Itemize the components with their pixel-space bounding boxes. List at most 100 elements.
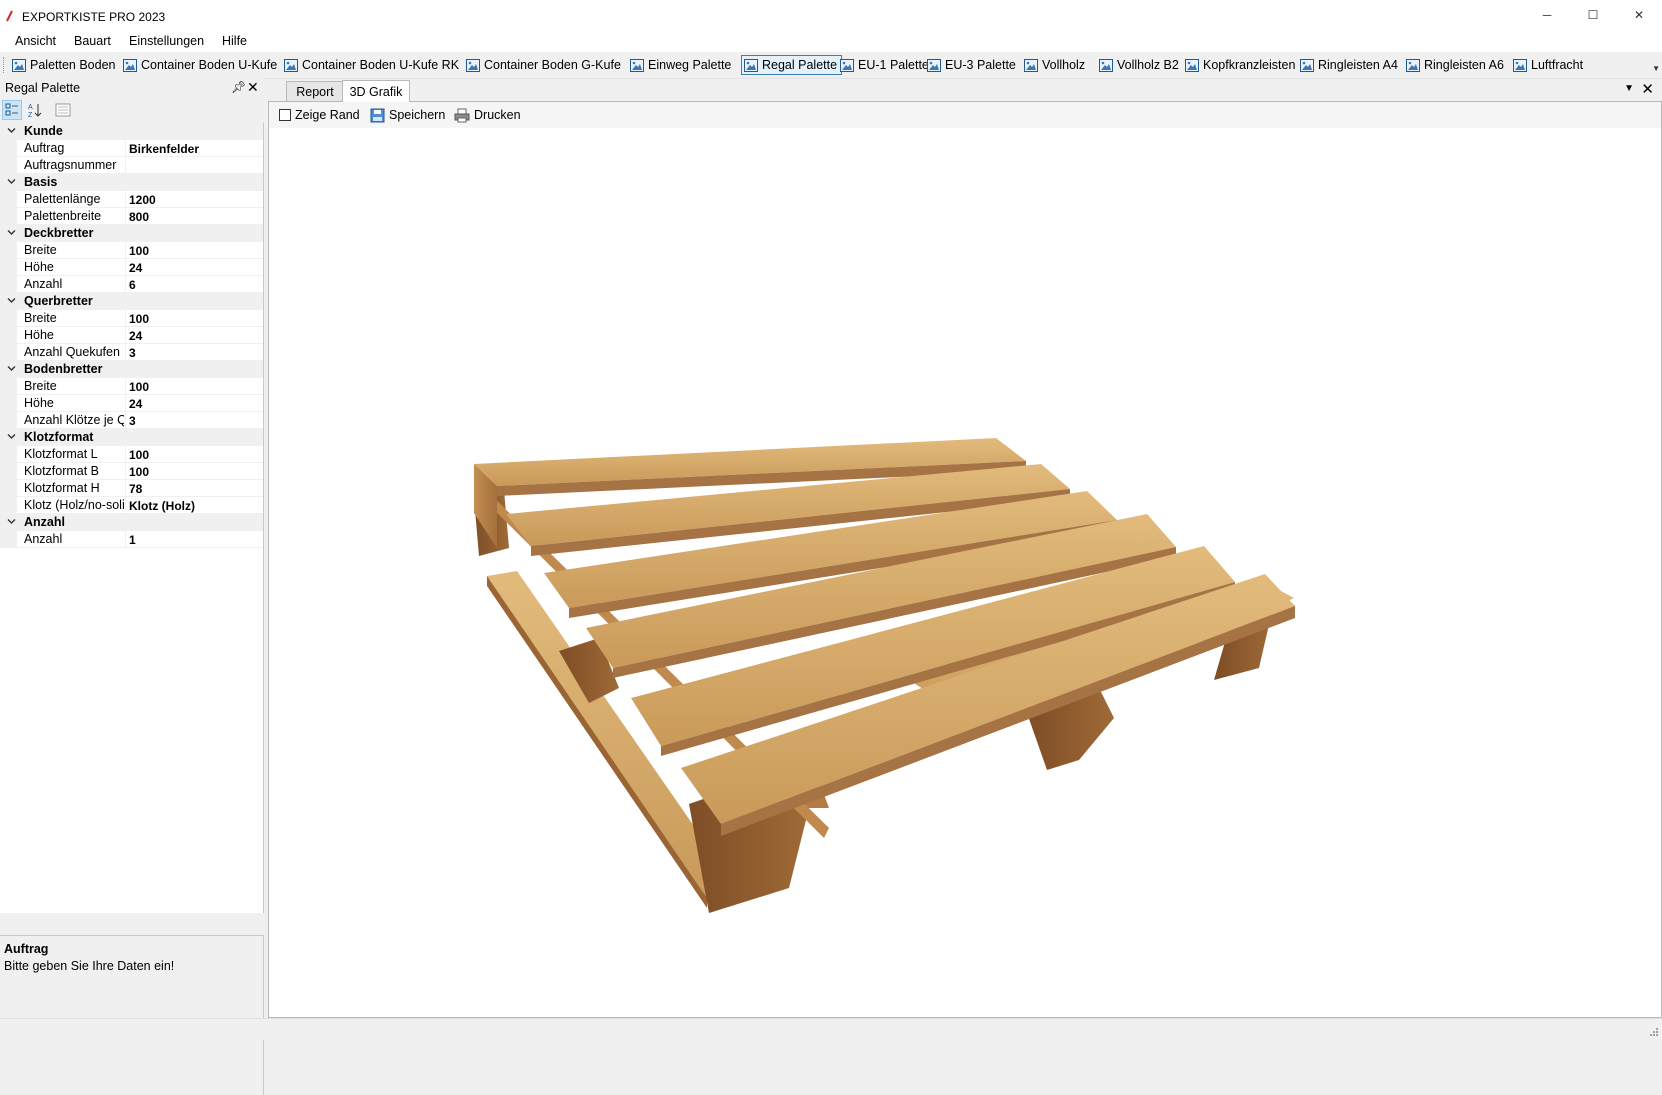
category-anzahl[interactable]: Anzahl xyxy=(0,514,263,531)
menu-hilfe[interactable]: Hilfe xyxy=(222,33,247,49)
toolbar-button-label: EU-1 Palette xyxy=(858,58,929,72)
print-button[interactable]: Drucken xyxy=(454,106,521,124)
property-row-anzahl[interactable]: Anzahl 6 xyxy=(0,276,263,293)
pallet-3d-render[interactable] xyxy=(269,128,1661,1016)
menu-einstellungen[interactable]: Einstellungen xyxy=(129,33,204,49)
property-value[interactable]: Birkenfelder xyxy=(129,142,199,156)
property-value[interactable]: Klotz (Holz) xyxy=(129,499,195,513)
property-value[interactable]: 78 xyxy=(129,482,142,496)
tab-close-icon[interactable]: ✕ xyxy=(1641,80,1654,98)
property-pages-button[interactable] xyxy=(53,100,73,120)
property-value[interactable]: 24 xyxy=(129,329,142,343)
minimize-button[interactable]: ─ xyxy=(1524,0,1570,30)
property-row-breite[interactable]: Breite 100 xyxy=(0,242,263,259)
property-value[interactable]: 6 xyxy=(129,278,136,292)
toolbar-container-boden-g-kufe-button[interactable]: Container Boden G-Kufe xyxy=(464,55,625,75)
toolbar-ringleisten-a6-button[interactable]: Ringleisten A6 xyxy=(1404,55,1508,75)
category-basis[interactable]: Basis xyxy=(0,174,263,191)
category-querbretter[interactable]: Querbretter xyxy=(0,293,263,310)
property-value[interactable]: 100 xyxy=(129,465,149,479)
property-value[interactable]: 100 xyxy=(129,312,149,326)
toolbar-vollholz-b2-button[interactable]: Vollholz B2 xyxy=(1097,55,1183,75)
save-button[interactable]: Speichern xyxy=(370,106,445,124)
chevron-down-icon[interactable] xyxy=(6,431,17,442)
resize-grip-icon[interactable] xyxy=(1649,1027,1659,1037)
chevron-down-icon[interactable] xyxy=(6,363,17,374)
property-row-hoehe[interactable]: Höhe 24 xyxy=(0,327,263,344)
property-row-anzahl-quekufen[interactable]: Anzahl Quekufen 3 xyxy=(0,344,263,361)
property-value[interactable]: 24 xyxy=(129,261,142,275)
property-value[interactable]: 100 xyxy=(129,448,149,462)
property-name: Breite xyxy=(24,311,57,325)
chevron-down-icon[interactable] xyxy=(6,227,17,238)
property-row-hoehe[interactable]: Höhe 24 xyxy=(0,395,263,412)
toolbar-overflow-icon[interactable]: ▼ xyxy=(1652,64,1660,73)
property-row-klotzformat-l[interactable]: Klotzformat L 100 xyxy=(0,446,263,463)
property-value[interactable]: 100 xyxy=(129,380,149,394)
sort-alphabetical-button[interactable]: A Z xyxy=(25,100,45,120)
property-name: Klotz (Holz/no-soli xyxy=(24,498,124,512)
show-border-checkbox[interactable] xyxy=(279,109,291,121)
property-value[interactable]: 3 xyxy=(129,414,136,428)
property-row-palettenbreite[interactable]: Palettenbreite 800 xyxy=(0,208,263,225)
toolbar-einweg-palette-button[interactable]: Einweg Palette xyxy=(628,55,735,75)
category-kunde[interactable]: Kunde xyxy=(0,123,263,140)
category-label: Anzahl xyxy=(24,515,65,529)
maximize-button[interactable]: ☐ xyxy=(1570,0,1616,30)
tab-report[interactable]: Report xyxy=(286,81,344,101)
row-gutter xyxy=(0,378,17,395)
category-deckbretter[interactable]: Deckbretter xyxy=(0,225,263,242)
menu-ansicht[interactable]: Ansicht xyxy=(15,33,56,49)
property-value[interactable]: 800 xyxy=(129,210,149,224)
row-gutter xyxy=(0,446,17,463)
close-button[interactable]: ✕ xyxy=(1616,0,1662,30)
pin-icon[interactable]: 📌︎ xyxy=(231,80,246,94)
property-row-klotzformat-b[interactable]: Klotzformat B 100 xyxy=(0,463,263,480)
category-klotzformat[interactable]: Klotzformat xyxy=(0,429,263,446)
chevron-down-icon[interactable] xyxy=(6,176,17,187)
property-row-anzahl[interactable]: Anzahl 1 xyxy=(0,531,263,548)
show-border-label: Zeige Rand xyxy=(295,108,360,122)
chevron-down-icon[interactable] xyxy=(6,125,17,136)
property-value[interactable]: 1200 xyxy=(129,193,156,207)
tab-3d-grafik[interactable]: 3D Grafik xyxy=(342,80,410,102)
property-row-breite[interactable]: Breite 100 xyxy=(0,310,263,327)
panel-close-icon[interactable]: ✕ xyxy=(247,79,259,96)
toolbar-ringleisten-a4-button[interactable]: Ringleisten A4 xyxy=(1298,55,1402,75)
tab-menu-icon[interactable]: ▼ xyxy=(1624,83,1634,94)
toolbar-container-boden-u-kufe-button[interactable]: Container Boden U-Kufe xyxy=(121,55,281,75)
column-divider xyxy=(125,276,126,293)
column-divider xyxy=(125,208,126,225)
property-row-auftragsnummer[interactable]: Auftragsnummer xyxy=(0,157,263,174)
property-row-klotz-holz-no-soli[interactable]: Klotz (Holz/no-soli Klotz (Holz) xyxy=(0,497,263,514)
categorized-view-button[interactable] xyxy=(2,100,22,120)
property-row-hoehe[interactable]: Höhe 24 xyxy=(0,259,263,276)
toolbar-kopfkranzleisten-button[interactable]: Kopfkranzleisten xyxy=(1183,55,1299,75)
toolbar-eu-3-palette-button[interactable]: EU-3 Palette xyxy=(925,55,1020,75)
toolbar-paletten-boden-button[interactable]: Paletten Boden xyxy=(10,55,120,75)
property-row-anzahl-kloetze-je-q[interactable]: Anzahl Klötze je Q 3 xyxy=(0,412,263,429)
property-row-klotzformat-h[interactable]: Klotzformat H 78 xyxy=(0,480,263,497)
image-icon xyxy=(630,58,644,72)
image-icon xyxy=(466,58,480,72)
property-value[interactable]: 24 xyxy=(129,397,142,411)
property-row-palettenlaenge[interactable]: Palettenlänge 1200 xyxy=(0,191,263,208)
toolbar-eu-1-palette-button[interactable]: EU-1 Palette xyxy=(838,55,933,75)
row-gutter xyxy=(0,463,17,480)
show-border-toggle[interactable]: Zeige Rand xyxy=(279,106,360,124)
property-value[interactable]: 100 xyxy=(129,244,149,258)
toolbar-grip[interactable] xyxy=(3,57,6,73)
toolbar-vollholz-button[interactable]: Vollholz xyxy=(1022,55,1089,75)
category-label: Querbretter xyxy=(24,294,93,308)
chevron-down-icon[interactable] xyxy=(6,295,17,306)
property-row-auftrag[interactable]: Auftrag Birkenfelder xyxy=(0,140,263,157)
chevron-down-icon[interactable] xyxy=(6,516,17,527)
toolbar-luftfracht-button[interactable]: Luftfracht xyxy=(1511,55,1587,75)
category-bodenbretter[interactable]: Bodenbretter xyxy=(0,361,263,378)
property-value[interactable]: 3 xyxy=(129,346,136,360)
toolbar-regal-palette-button[interactable]: Regal Palette xyxy=(741,55,843,75)
menu-bauart[interactable]: Bauart xyxy=(74,33,111,49)
toolbar-container-boden-u-kufe-rk-button[interactable]: Container Boden U-Kufe RK xyxy=(282,55,463,75)
property-row-breite[interactable]: Breite 100 xyxy=(0,378,263,395)
property-value[interactable]: 1 xyxy=(129,533,136,547)
